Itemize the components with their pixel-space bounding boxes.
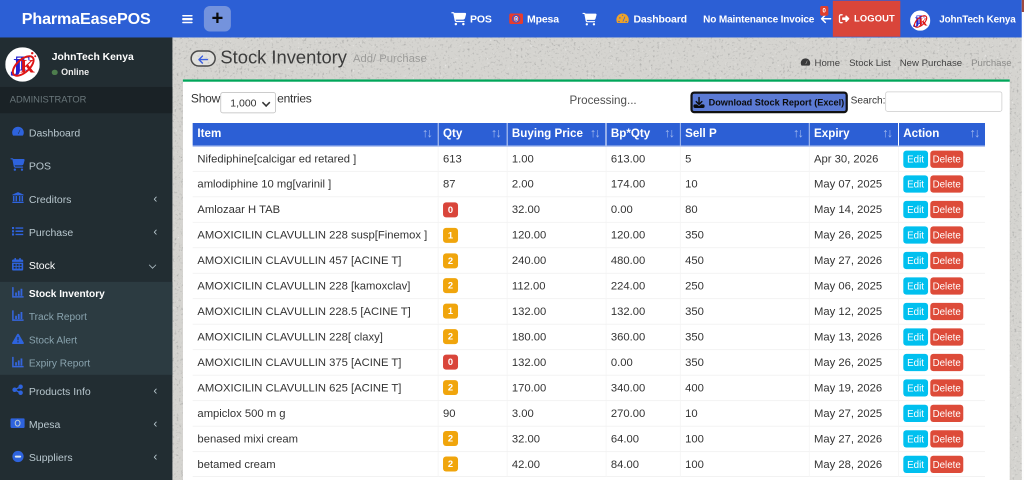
svg-text:K: K <box>20 57 35 78</box>
svg-text:K: K <box>919 16 928 28</box>
